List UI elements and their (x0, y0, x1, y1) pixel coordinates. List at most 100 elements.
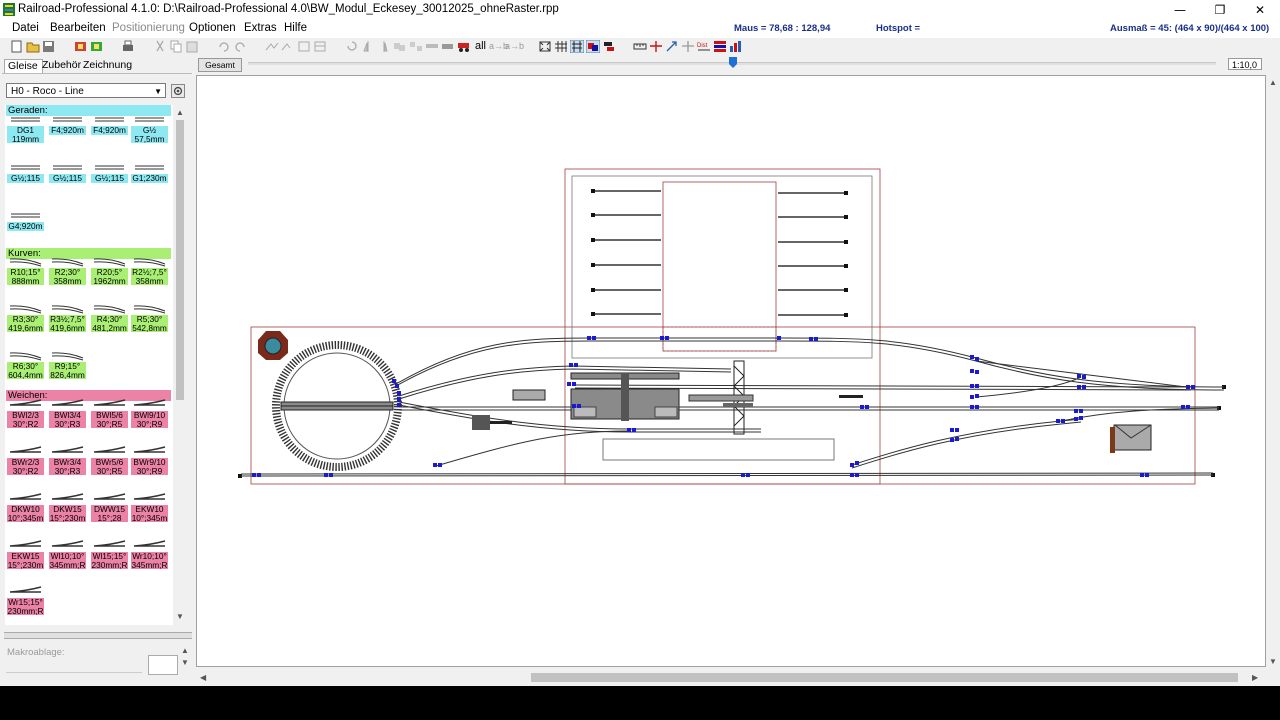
text-replace-all-label[interactable]: a→b (505, 41, 524, 51)
move-icon[interactable] (681, 40, 695, 53)
restore-button[interactable]: ❐ (1200, 0, 1240, 20)
new-file-icon[interactable] (10, 40, 24, 53)
palette-item[interactable]: R2½;7,5° 358mm (131, 255, 168, 286)
palette-item[interactable]: G½;115 (91, 161, 128, 189)
palette-item[interactable]: Wl10;10° 345mm;R (49, 539, 86, 570)
palette-item[interactable]: R20;5° 1962mm (91, 255, 128, 286)
canvas-scroll-down-icon[interactable]: ▼ (1269, 657, 1277, 666)
open-folder-icon[interactable] (26, 40, 40, 53)
menu-hilfe[interactable]: Hilfe (284, 22, 307, 34)
palette-item[interactable]: BWr5/6 30°;R5 (91, 445, 128, 476)
distance-icon[interactable]: Dist (697, 40, 711, 53)
layer-icon[interactable] (425, 40, 439, 53)
palette-item[interactable]: EKW15 15°;230m (7, 539, 44, 570)
palette-item[interactable]: Wr15;15° 230mm;R (7, 585, 44, 616)
menu-datei[interactable]: Datei (12, 22, 39, 34)
undo-icon[interactable] (217, 40, 231, 53)
copy-icon[interactable] (169, 40, 183, 53)
palette-item[interactable]: EKW10 10°;345m (131, 492, 168, 523)
palette-item[interactable]: BWr2/3 30°;R2 (7, 445, 44, 476)
palette-item[interactable]: BWl3/4 30°;R3 (49, 398, 86, 429)
palette-item[interactable]: G4;920m (7, 209, 44, 237)
palette-item[interactable]: R3;30° 419,6mm (7, 302, 44, 333)
palette-item[interactable]: DKW15 15°;230m (49, 492, 86, 523)
macro-input[interactable] (6, 660, 142, 673)
zoom-fit-icon[interactable] (538, 40, 552, 53)
scroll-down-icon[interactable]: ▼ (176, 612, 184, 621)
zoom-level-field[interactable]: 1:10,0 (1228, 58, 1262, 70)
macro-preview[interactable] (148, 655, 178, 675)
palette-scroll-thumb[interactable] (176, 120, 184, 400)
palette-item[interactable]: Wl15;15° 230mm;R (91, 539, 128, 570)
flag-icon[interactable] (713, 40, 727, 53)
palette-item[interactable]: Wr10;10° 345mm;R (131, 539, 168, 570)
redo-icon[interactable] (233, 40, 247, 53)
palette-item[interactable]: G½;115 (49, 161, 86, 189)
tracks-view-icon[interactable] (570, 40, 584, 53)
panel-splitter[interactable] (4, 632, 192, 639)
tab-zubehoer[interactable]: Zubehör (42, 59, 81, 73)
menu-optionen[interactable]: Optionen (189, 22, 236, 34)
overview-button[interactable]: Gesamt (198, 58, 242, 72)
crosshair-icon[interactable] (649, 40, 663, 53)
canvas-scroll-up-icon[interactable]: ▲ (1269, 78, 1277, 87)
palette-item[interactable]: F4;920m (91, 113, 128, 141)
palette-item[interactable]: G½;115 (7, 161, 44, 189)
minimize-button[interactable]: — (1160, 0, 1200, 20)
palette-item[interactable]: G1;230m (131, 161, 168, 189)
palette-item[interactable]: BWr9/10 30°;R9 (131, 445, 168, 476)
palette-item[interactable]: R9;15° 826,4mm (49, 349, 86, 380)
mirror-icon[interactable] (361, 40, 375, 53)
gear-icon[interactable] (171, 84, 185, 98)
select-all-label[interactable]: all (475, 40, 486, 52)
palette-item[interactable]: DKW10 10°;345m (7, 492, 44, 523)
layout-canvas[interactable] (196, 75, 1266, 667)
zoom-slider-thumb[interactable] (729, 57, 737, 68)
menu-positionierung[interactable]: Positionierung (112, 22, 185, 34)
palette-item[interactable]: R5;30° 542,8mm (131, 302, 168, 333)
export-icon[interactable] (90, 40, 104, 53)
canvas-scroll-left-icon[interactable]: ◀ (200, 673, 206, 682)
statistics-icon[interactable] (729, 40, 743, 53)
save-icon[interactable] (42, 40, 56, 53)
flip-icon[interactable] (377, 40, 391, 53)
palette-item[interactable]: BWl2/3 30°;R2 (7, 398, 44, 429)
macro-up-icon[interactable]: ▲ (181, 646, 189, 655)
tab-gleise[interactable]: Gleise (4, 59, 43, 74)
palette-item[interactable]: R2;30° 358mm (49, 255, 86, 286)
rotate-icon[interactable] (345, 40, 359, 53)
palette-item[interactable]: R6;30° 604,4mm (7, 349, 44, 380)
ungroup-icon[interactable] (409, 40, 423, 53)
macro-down-icon[interactable]: ▼ (181, 658, 189, 667)
palette-item[interactable]: F4;920m (49, 113, 86, 141)
palette-item[interactable]: R10;15° 888mm (7, 255, 44, 286)
group-icon[interactable] (393, 40, 407, 53)
train-gray-icon[interactable] (441, 40, 455, 53)
track-split-icon[interactable] (281, 40, 295, 53)
palette-item[interactable]: BWl5/6 30°;R5 (91, 398, 128, 429)
canvas-scroll-right-icon[interactable]: ▶ (1252, 673, 1258, 682)
catalog-dropdown[interactable]: H0 - Roco - Line ▼ (6, 83, 166, 98)
connect-arrows-icon[interactable] (665, 40, 679, 53)
palette-item[interactable]: DWW15 15°;28 (91, 492, 128, 523)
menu-bearbeiten[interactable]: Bearbeiten (50, 22, 106, 34)
scroll-up-icon[interactable]: ▲ (176, 108, 184, 117)
canvas-vertical-scrollbar[interactable] (1266, 75, 1280, 667)
paste-icon[interactable] (185, 40, 199, 53)
menu-extras[interactable]: Extras (244, 22, 277, 34)
track-connect-icon[interactable] (265, 40, 279, 53)
color-view-icon[interactable] (586, 40, 600, 53)
ruler-icon[interactable] (633, 40, 647, 53)
grid-icon[interactable] (554, 40, 568, 53)
train-red-icon[interactable] (457, 40, 471, 53)
import-icon[interactable] (74, 40, 88, 53)
print-icon[interactable] (121, 40, 135, 53)
measure-icon[interactable] (313, 40, 327, 53)
align-icon[interactable] (297, 40, 311, 53)
close-button[interactable]: ✕ (1240, 0, 1280, 20)
layers-view-icon[interactable] (602, 40, 616, 53)
tab-zeichnung[interactable]: Zeichnung (83, 59, 132, 73)
palette-item[interactable]: R3½;7,5° 419,6mm (49, 302, 86, 333)
palette-item[interactable]: G½ 57,5mm (131, 113, 168, 144)
palette-item[interactable]: BWr3/4 30°;R3 (49, 445, 86, 476)
